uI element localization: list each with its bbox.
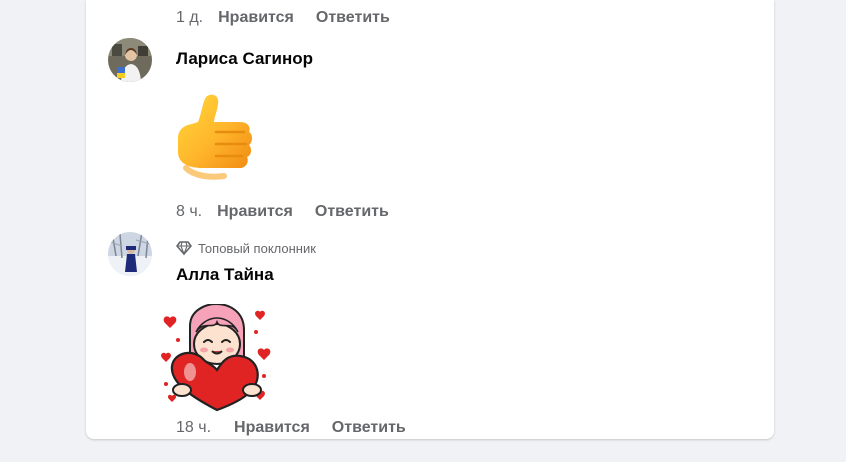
diamond-icon [176, 241, 192, 256]
comment-actions: 1 д. Нравится Ответить [176, 9, 412, 27]
girl-holding-heart-sticker [160, 302, 272, 419]
avatar-larisa[interactable] [108, 38, 152, 82]
like-button[interactable]: Нравится [234, 419, 310, 437]
like-button[interactable]: Нравится [218, 9, 294, 27]
like-button[interactable]: Нравится [217, 203, 293, 221]
comments-card: 1 д. Нравится Ответить Лариса Сагинор 8 … [86, 0, 774, 439]
top-fan-badge: Топовый поклонник [176, 240, 316, 256]
comment-author[interactable]: Алла Тайна [176, 265, 274, 285]
reply-button[interactable]: Ответить [332, 419, 406, 437]
reply-button[interactable]: Ответить [315, 203, 389, 221]
thumbs-up-emoji [172, 92, 256, 191]
badge-label: Топовый поклонник [198, 240, 316, 256]
comment-author[interactable]: Лариса Сагинор [176, 49, 313, 69]
comment-timestamp[interactable]: 1 д. [176, 9, 203, 27]
reply-button[interactable]: Ответить [316, 9, 390, 27]
comment-actions: 8 ч. Нравится Ответить [176, 203, 411, 221]
avatar-alla[interactable] [108, 232, 152, 276]
comment-timestamp[interactable]: 18 ч. [176, 419, 211, 437]
comment-timestamp[interactable]: 8 ч. [176, 203, 202, 221]
comment-actions: 18 ч. Нравится Ответить [176, 419, 428, 437]
